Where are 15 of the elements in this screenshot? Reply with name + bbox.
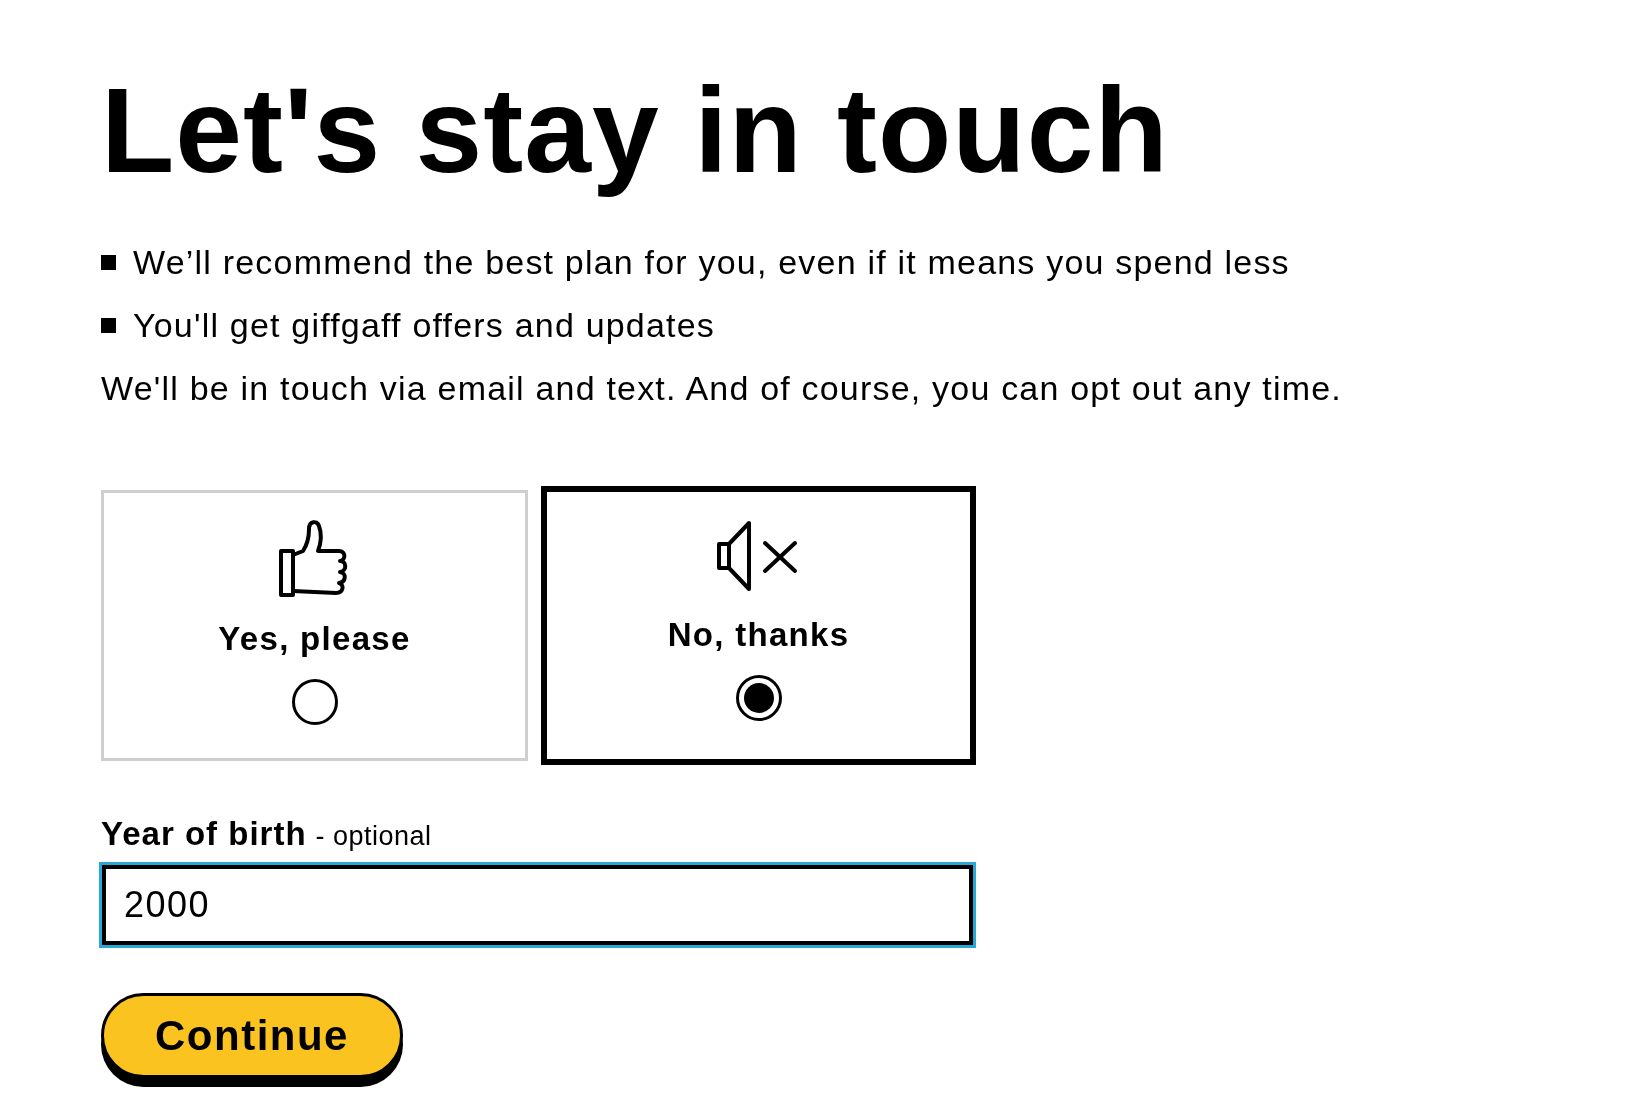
option-card[interactable]: Yes, please (101, 490, 528, 762)
optional-hint: - optional (315, 820, 432, 853)
benefit-text: We’ll recommend the best plan for you, even if it means you spend less (133, 242, 1290, 283)
radio-button[interactable] (735, 675, 782, 721)
square-bullet-icon (101, 317, 116, 333)
option-card[interactable]: No, thanks (541, 486, 976, 766)
benefit-text: You'll get giffgaff offers and updates (133, 304, 716, 346)
option-label: No, thanks (667, 615, 850, 655)
page-heading: Let's stay in touch (101, 64, 1170, 196)
year-input-field[interactable]: 2000 (102, 865, 973, 945)
field-label: Year of birth (101, 814, 307, 854)
radio-button[interactable] (291, 679, 338, 725)
option-label: Yes, please (218, 619, 411, 659)
square-bullet-icon (101, 254, 116, 270)
info-text: We'll be in touch via email and text. And of course, you can opt out any time. (101, 367, 1343, 409)
